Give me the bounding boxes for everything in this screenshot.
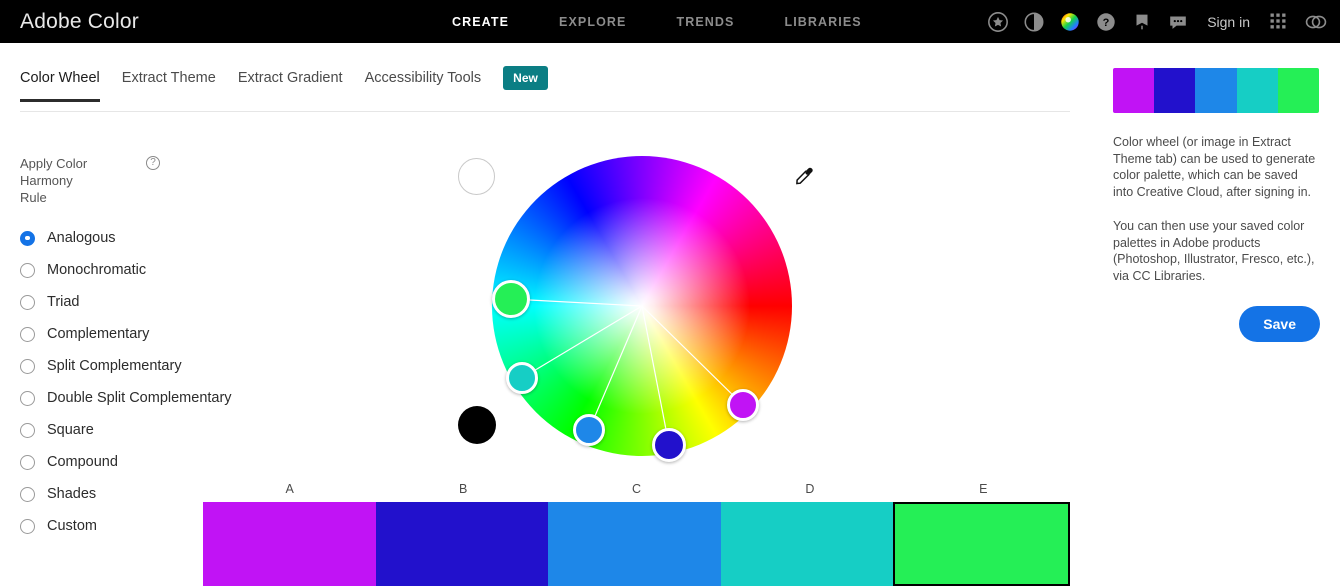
white-swatch-circle[interactable] xyxy=(458,158,495,195)
harmony-option-complementary[interactable]: Complementary xyxy=(20,318,270,350)
radio-icon[interactable] xyxy=(20,359,35,374)
mini-palette-preview xyxy=(1113,68,1319,113)
help-tooltip-icon[interactable]: ? xyxy=(146,156,160,170)
harmony-option-label: Complementary xyxy=(47,326,149,342)
apps-grid-icon[interactable] xyxy=(1268,11,1290,33)
palette-label-a: A xyxy=(203,482,376,502)
radio-icon[interactable] xyxy=(20,455,35,470)
palette-swatch-a[interactable] xyxy=(203,502,376,586)
palette-swatch-d[interactable] xyxy=(721,502,894,586)
radio-icon[interactable] xyxy=(20,295,35,310)
top-icon-group: ? Sign in xyxy=(987,0,1326,43)
wheel-marker-a[interactable] xyxy=(727,389,759,421)
tab-extract-theme[interactable]: Extract Theme xyxy=(122,70,216,102)
harmony-option-label: Monochromatic xyxy=(47,262,146,278)
mini-swatch-3 xyxy=(1195,68,1236,113)
palette-swatch-e[interactable] xyxy=(893,502,1070,586)
harmony-title-line1: Apply Color Harmony xyxy=(20,156,87,188)
black-swatch-circle[interactable] xyxy=(458,406,496,444)
mini-swatch-4 xyxy=(1237,68,1278,113)
sign-in-link[interactable]: Sign in xyxy=(1207,14,1250,30)
harmony-option-analogous[interactable]: Analogous xyxy=(20,222,270,254)
tab-extract-gradient[interactable]: Extract Gradient xyxy=(238,70,343,102)
contrast-icon[interactable] xyxy=(1023,11,1045,33)
radio-icon[interactable] xyxy=(20,487,35,502)
wheel-marker-b[interactable] xyxy=(652,428,686,462)
color-palette-strip: A B C D E xyxy=(203,482,1070,586)
creative-cloud-icon[interactable] xyxy=(1304,11,1326,33)
palette-swatches xyxy=(203,502,1070,586)
harmony-option-label: Triad xyxy=(47,294,80,310)
info-panel: Color wheel (or image in Extract Theme t… xyxy=(1113,68,1320,342)
radio-icon[interactable] xyxy=(20,519,35,534)
info-paragraph-1: Color wheel (or image in Extract Theme t… xyxy=(1113,134,1320,200)
chat-icon[interactable] xyxy=(1167,11,1189,33)
harmony-heading: Apply Color Harmony Rule ? xyxy=(20,155,270,206)
palette-swatch-b[interactable] xyxy=(376,502,549,586)
bookmark-icon[interactable] xyxy=(1131,11,1153,33)
nav-item-trends[interactable]: TRENDS xyxy=(651,15,759,29)
radio-icon[interactable] xyxy=(20,263,35,278)
tab-divider xyxy=(20,111,1070,112)
star-icon[interactable] xyxy=(987,11,1009,33)
harmony-title-line2: Rule xyxy=(20,190,47,205)
svg-text:?: ? xyxy=(1103,17,1110,29)
wheel-marker-e[interactable] xyxy=(492,280,530,318)
wheel-marker-d[interactable] xyxy=(506,362,538,394)
palette-label-b: B xyxy=(376,482,549,502)
radio-icon[interactable] xyxy=(20,423,35,438)
tab-color-wheel[interactable]: Color Wheel xyxy=(20,70,100,102)
palette-labels: A B C D E xyxy=(203,482,1070,502)
eyedropper-icon[interactable] xyxy=(790,164,816,190)
harmony-option-label: Double Split Complementary xyxy=(47,390,232,406)
palette-label-d: D xyxy=(723,482,896,502)
palette-label-e: E xyxy=(897,482,1070,502)
radio-icon[interactable] xyxy=(20,327,35,342)
harmony-option-label: Compound xyxy=(47,454,118,470)
harmony-option-triad[interactable]: Triad xyxy=(20,286,270,318)
wheel-marker-c[interactable] xyxy=(573,414,605,446)
radio-icon[interactable] xyxy=(20,231,35,246)
palette-label-c: C xyxy=(550,482,723,502)
tool-tabs: Color Wheel Extract Theme Extract Gradie… xyxy=(0,70,1070,112)
harmony-option-label: Shades xyxy=(47,486,96,502)
nav-item-libraries[interactable]: LIBRARIES xyxy=(759,15,886,29)
harmony-option-label: Square xyxy=(47,422,94,438)
save-row: Save xyxy=(1113,306,1320,342)
new-badge: New xyxy=(503,66,548,90)
harmony-option-monochromatic[interactable]: Monochromatic xyxy=(20,254,270,286)
harmony-option-square[interactable]: Square xyxy=(20,414,270,446)
radio-icon[interactable] xyxy=(20,391,35,406)
save-button[interactable]: Save xyxy=(1239,306,1320,342)
palette-swatch-c[interactable] xyxy=(548,502,721,586)
mini-swatch-2 xyxy=(1154,68,1195,113)
harmony-option-label: Custom xyxy=(47,518,97,534)
main-nav: CREATE EXPLORE TRENDS LIBRARIES xyxy=(427,15,887,29)
help-icon[interactable]: ? xyxy=(1095,11,1117,33)
info-paragraph-2: You can then use your saved color palett… xyxy=(1113,218,1320,284)
color-wheel-icon[interactable] xyxy=(1059,11,1081,33)
harmony-option-compound[interactable]: Compound xyxy=(20,446,270,478)
top-navigation-bar: Adobe Color CREATE EXPLORE TRENDS LIBRAR… xyxy=(0,0,1340,43)
adobe-color-app: Adobe Color CREATE EXPLORE TRENDS LIBRAR… xyxy=(0,0,1340,586)
brand-title: Adobe Color xyxy=(20,10,139,34)
mini-swatch-5 xyxy=(1278,68,1319,113)
harmony-option-double-split-complementary[interactable]: Double Split Complementary xyxy=(20,382,270,414)
harmony-option-split-complementary[interactable]: Split Complementary xyxy=(20,350,270,382)
harmony-option-label: Analogous xyxy=(47,230,116,246)
color-wheel-area xyxy=(450,150,850,480)
harmony-option-label: Split Complementary xyxy=(47,358,182,374)
nav-item-explore[interactable]: EXPLORE xyxy=(534,15,651,29)
nav-item-create[interactable]: CREATE xyxy=(427,15,534,29)
mini-swatch-1 xyxy=(1113,68,1154,113)
tab-accessibility-tools[interactable]: Accessibility Tools xyxy=(365,70,482,102)
